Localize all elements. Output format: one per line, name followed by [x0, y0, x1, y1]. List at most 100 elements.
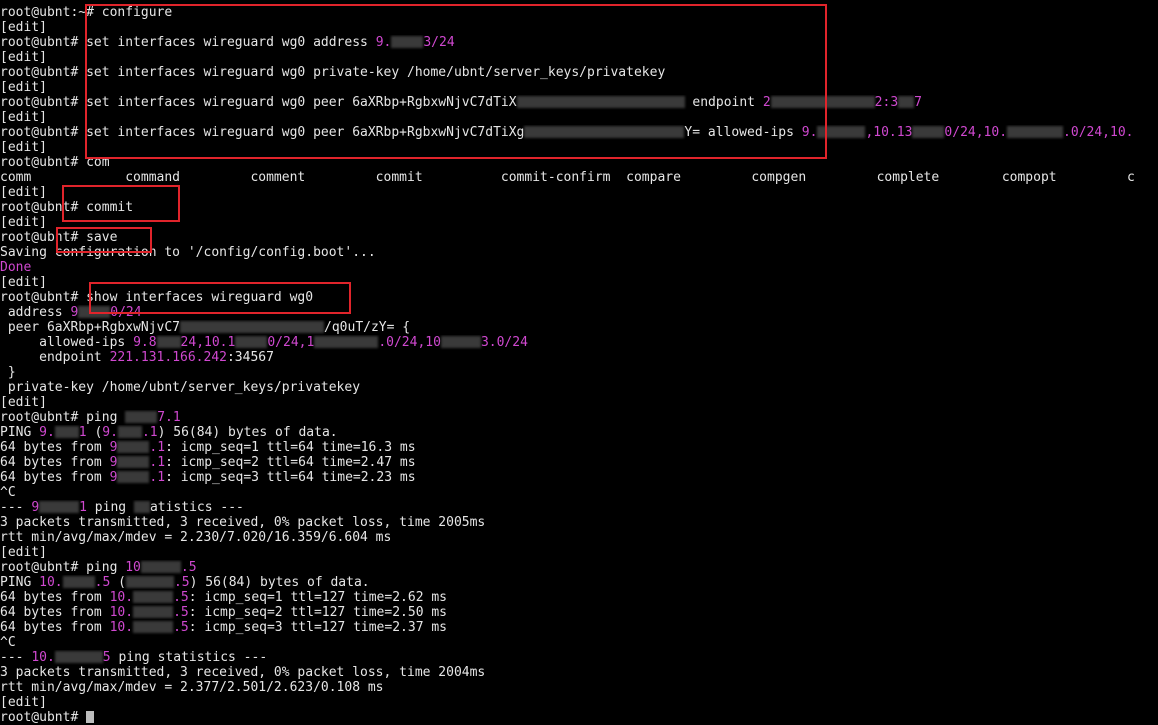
terminal-text: [edit]: [0, 215, 47, 230]
terminal-line: [edit]: [0, 80, 1158, 95]
terminal-text: 221.131.166.242: [109, 350, 227, 365]
terminal-text: ) 56(84) bytes of data.: [189, 575, 370, 590]
terminal-line: 64 bytes from 10. .5: icmp_seq=3 ttl=127 …: [0, 620, 1158, 635]
terminal-output[interactable]: root@ubnt:~# configure [edit] root@ubnt# s…: [0, 5, 1158, 725]
redacted-text: [140, 561, 181, 573]
terminal-text: 9.: [375, 35, 392, 50]
terminal-line: root@ubnt:~# configure: [0, 5, 1158, 20]
terminal-text: 3 packets transmitted, 3 received, 0% pa…: [0, 515, 486, 530]
terminal-line: PING 10. .5 (.5) 56(84) bytes of data.: [0, 575, 1158, 590]
terminal-line: [edit]: [0, 395, 1158, 410]
terminal-text: ^C: [0, 635, 16, 650]
terminal-line: Done: [0, 260, 1158, 275]
terminal-text: 9: [109, 470, 118, 485]
terminal-text: 9: [109, 440, 118, 455]
redacted-text: [117, 456, 150, 468]
terminal-text: 64 bytes from: [0, 455, 110, 470]
terminal-text: .5: [173, 590, 189, 605]
terminal-line: root@ubnt# set interfaces wireguard wg0 …: [0, 35, 1158, 50]
redacted-text: [62, 576, 95, 588]
terminal-text: peer 6aXRbp+RgbxwNjvC7: [0, 320, 181, 335]
terminal-text: 7.1: [157, 410, 181, 425]
redacted-text: [133, 501, 150, 513]
terminal-line: 64 bytes from 10. .5: icmp_seq=2 ttl=127 …: [0, 605, 1158, 620]
terminal-line: PING 9. 1 (9. .1) 56(84) bytes of data.: [0, 425, 1158, 440]
terminal-line: allowed-ips 9.8 24,10.1 0/24,1 .0/24,10 3.0/…: [0, 335, 1158, 350]
terminal-line: [edit]: [0, 110, 1158, 125]
terminal-line: Saving configuration to '/config/config.…: [0, 245, 1158, 260]
terminal-text: .1: [149, 470, 166, 485]
terminal-text: 10.: [31, 650, 55, 665]
terminal-line: comm command comment commit commit-confi…: [0, 170, 1158, 185]
terminal-text: root@ubnt# set interfaces wireguard wg0 …: [0, 35, 376, 50]
terminal-text: :34567: [226, 350, 274, 365]
terminal-line: 64 bytes from 9 .1: icmp_seq=1 ttl=64 tim…: [0, 440, 1158, 455]
terminal-text: address: [0, 305, 71, 320]
terminal-text: private-key /home/ubnt/server_keys/priva…: [0, 380, 361, 395]
terminal-text: 9.: [39, 425, 55, 440]
terminal-line: --- 9 1 ping atistics ---: [0, 500, 1158, 515]
redacted-text: [898, 96, 915, 108]
terminal-text: 64 bytes from: [0, 620, 110, 635]
terminal-text: 3/24: [423, 35, 455, 50]
terminal-text: [edit]: [0, 110, 47, 125]
terminal-text: root@ubnt# show interfaces wireguard wg0: [0, 290, 314, 305]
terminal-text: 0/24,1: [267, 335, 315, 350]
terminal-text: 9: [70, 305, 79, 320]
redacted-text: [391, 36, 424, 48]
terminal-text: 64 bytes from: [0, 590, 110, 605]
terminal-text: endpoint: [0, 350, 110, 365]
terminal-text: allowed-ips: [0, 335, 134, 350]
redacted-text: [235, 336, 268, 348]
terminal-line: ^C: [0, 485, 1158, 500]
terminal-text: 3.0/24: [480, 335, 528, 350]
redacted-text: [117, 471, 150, 483]
terminal-text: 1: [79, 500, 87, 515]
terminal-line: rtt min/avg/max/mdev = 2.377/2.501/2.623…: [0, 680, 1158, 695]
terminal-text: 2: [762, 95, 771, 110]
terminal-text: Saving configuration to '/config/config.…: [0, 245, 376, 260]
text-cursor: [86, 711, 95, 723]
terminal-text: 10.: [39, 575, 63, 590]
redacted-text: [817, 126, 866, 138]
terminal-line: peer 6aXRbp+RgbxwNjvC7/q0uT/zY= {: [0, 320, 1158, 335]
redacted-text: [133, 591, 174, 603]
terminal-line: [edit]: [0, 140, 1158, 155]
redacted-text: [125, 411, 158, 423]
terminal-text: atistics ---: [149, 500, 244, 515]
redacted-text: [117, 441, 150, 453]
terminal-text: root@ubnt# commit: [0, 200, 134, 215]
redacted-text: [156, 336, 181, 348]
redacted-text: [54, 426, 79, 438]
terminal-line: rtt min/avg/max/mdev = 2.230/7.020/16.35…: [0, 530, 1158, 545]
terminal-text: [edit]: [0, 275, 47, 290]
terminal-line: 64 bytes from 9 .1: icmp_seq=2 ttl=64 tim…: [0, 455, 1158, 470]
terminal-text: [edit]: [0, 545, 47, 560]
terminal-line: root@ubnt# com: [0, 155, 1158, 170]
terminal-text: : icmp_seq=3 ttl=127 time=2.37 ms: [188, 620, 447, 635]
terminal-line: 3 packets transmitted, 3 received, 0% pa…: [0, 665, 1158, 680]
terminal-text: 10.: [109, 605, 134, 620]
terminal-line: address 9 0/24: [0, 305, 1158, 320]
terminal-text: .1: [149, 440, 166, 455]
terminal-line: [edit]: [0, 545, 1158, 560]
terminal-text: 9: [109, 455, 118, 470]
redacted-text: [125, 576, 174, 588]
terminal-text: ---: [0, 500, 32, 515]
terminal-text: 24,10.1: [180, 335, 236, 350]
redacted-text: [314, 336, 379, 348]
terminal-text: [edit]: [0, 50, 47, 65]
terminal-line: root@ubnt# commit: [0, 200, 1158, 215]
terminal-text: : icmp_seq=1 ttl=64 time=16.3 ms: [165, 440, 416, 455]
terminal-line: --- 10. 5 ping statistics ---: [0, 650, 1158, 665]
terminal-line: [edit]: [0, 275, 1158, 290]
terminal-line: root@ubnt# ping 7.1: [0, 410, 1158, 425]
terminal-text: PING: [0, 425, 40, 440]
terminal-text: 10.: [109, 590, 134, 605]
redacted-text: [78, 306, 111, 318]
redacted-text: [133, 606, 174, 618]
terminal-line: }: [0, 365, 1158, 380]
terminal-text: root@ubnt# ping: [0, 410, 126, 425]
terminal-line: 3 packets transmitted, 3 received, 0% pa…: [0, 515, 1158, 530]
redacted-text: [117, 426, 142, 438]
